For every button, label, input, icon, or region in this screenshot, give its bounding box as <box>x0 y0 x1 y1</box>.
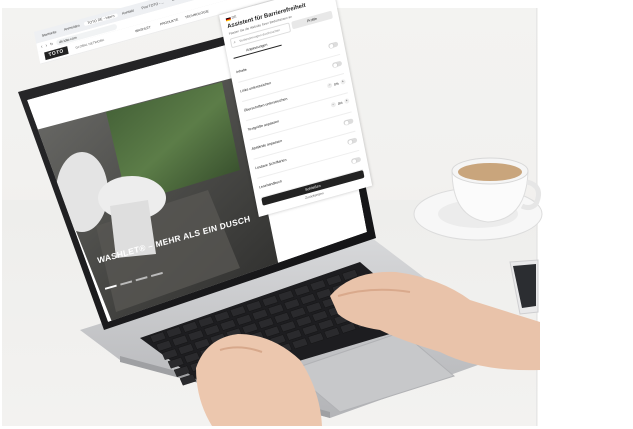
nav-washlet[interactable]: WASHLET <box>135 25 151 33</box>
slider-dot[interactable] <box>104 284 117 290</box>
forward-icon[interactable]: › <box>45 42 48 48</box>
minus-icon[interactable]: − <box>326 82 333 89</box>
back-icon[interactable]: ‹ <box>40 43 43 49</box>
language-selector[interactable]: DE <box>225 14 237 22</box>
toggle-knob <box>332 62 337 68</box>
stepper-value: 0% <box>337 100 343 106</box>
option-label: Lesbare Schriftarten <box>254 157 287 171</box>
search-icon: ⌕ <box>232 39 237 45</box>
slider-dot[interactable] <box>135 276 148 281</box>
smartphone <box>509 259 539 315</box>
minus-icon[interactable]: − <box>330 101 337 108</box>
slider-dot[interactable] <box>120 280 133 286</box>
hero-headline: WASHLET® – MEHR ALS EIN DUSCH <box>96 213 252 266</box>
toggle-knob <box>343 120 349 125</box>
browser-tab[interactable]: Kontakt <box>119 8 137 17</box>
photo-scene: Startseite Anmelden TOTO DE - Intern Kontak… <box>0 0 633 429</box>
options-list: Inhalte Links unterstreichen Überschriften… <box>234 35 364 199</box>
option-toggle[interactable] <box>346 137 358 145</box>
flag-de-icon <box>225 16 232 22</box>
option-stepper[interactable]: −0% + <box>326 78 346 89</box>
nav-technologie[interactable]: TECHNOLOGIE <box>185 9 209 19</box>
coffee-cup <box>413 157 543 241</box>
accessibility-panel: DE ✕ Assistent für Barrierefreiheit Pass… <box>219 0 373 217</box>
plus-icon[interactable]: + <box>343 97 350 105</box>
option-toggle[interactable] <box>350 156 362 164</box>
option-toggle[interactable] <box>327 41 339 49</box>
option-toggle[interactable] <box>343 118 354 126</box>
language-code: DE <box>231 14 237 20</box>
slider-dot[interactable] <box>150 271 163 277</box>
hero-slider-dots <box>104 271 163 290</box>
global-network-link[interactable]: GLOBAL NETWORK <box>75 38 104 50</box>
option-label: Lesehandbuch <box>258 179 283 190</box>
option-label: Links unterstreichen <box>239 81 272 94</box>
option-label: Textgröße anpassen <box>247 119 280 132</box>
option-stepper[interactable]: −0% + <box>330 97 350 108</box>
toggle-knob <box>351 158 356 164</box>
option-label: Inhalte <box>235 67 248 75</box>
option-label: Abstände anpassen <box>251 138 283 152</box>
toggle-knob <box>328 43 334 49</box>
stepper-value: 0% <box>333 81 340 87</box>
nav-produkte[interactable]: PRODUKTE <box>160 18 179 27</box>
option-toggle[interactable] <box>331 60 343 68</box>
tab-profile[interactable]: Profile <box>291 10 333 30</box>
option-label: Überschriften unterstreichen <box>243 96 288 113</box>
site-logo[interactable]: TOTO <box>44 46 69 61</box>
plus-icon[interactable]: + <box>340 78 346 85</box>
toggle-knob <box>347 139 353 145</box>
reload-icon[interactable]: ↻ <box>49 41 53 47</box>
